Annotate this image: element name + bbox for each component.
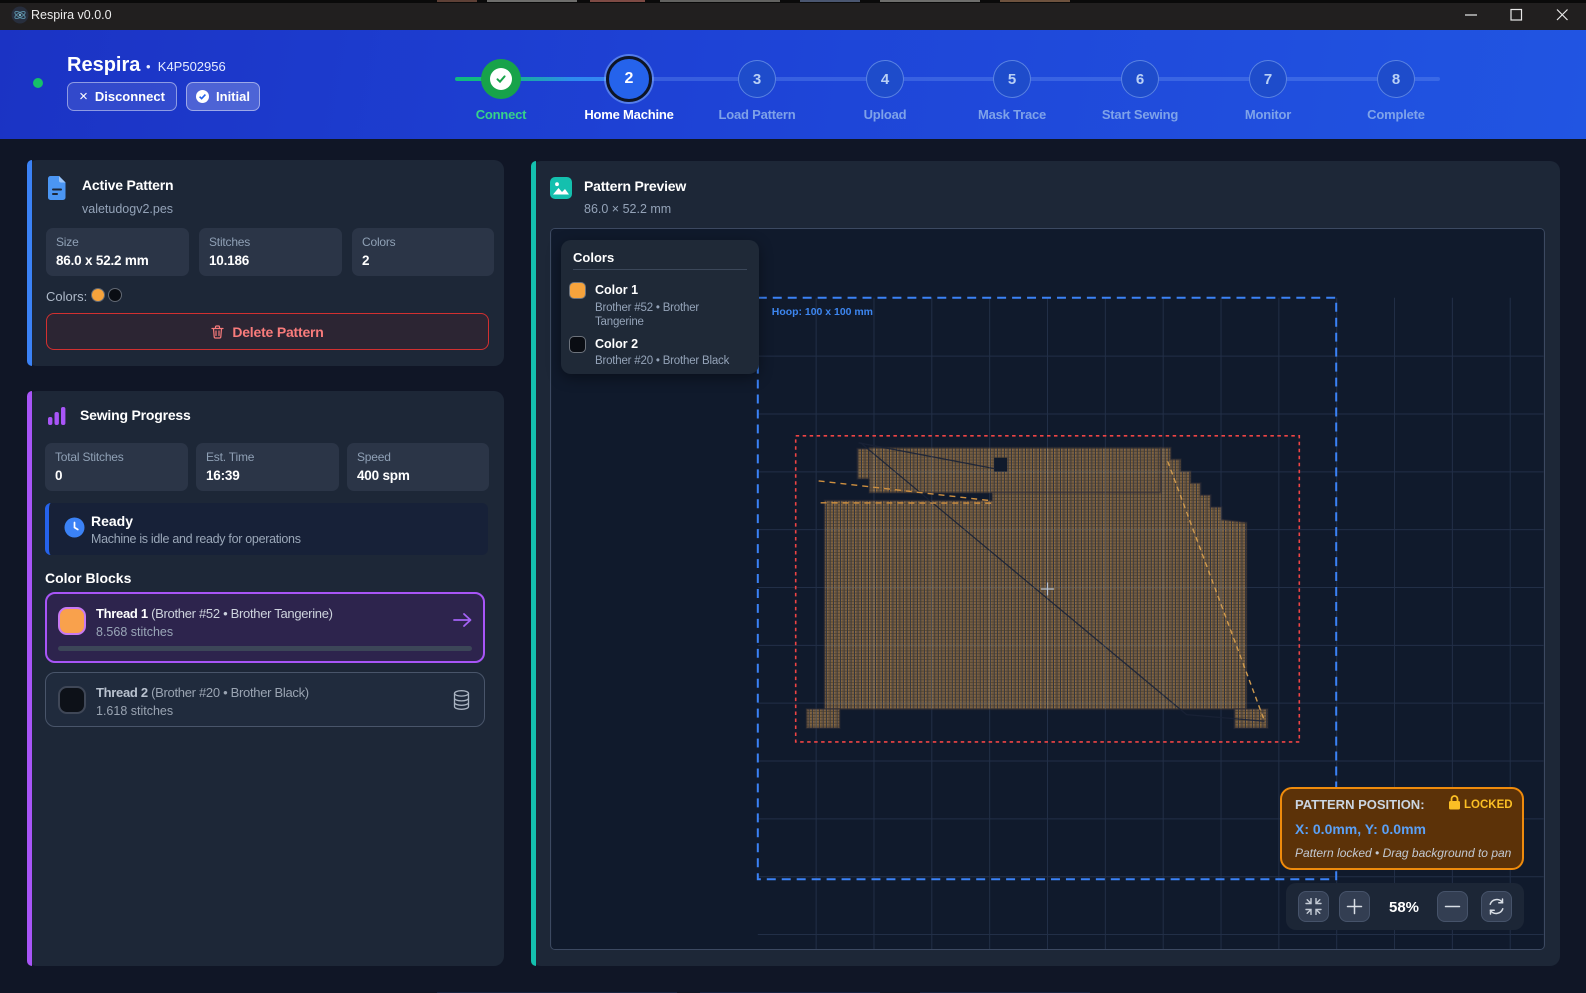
svg-text:Hoop: 100 x 100 mm: Hoop: 100 x 100 mm — [772, 307, 873, 318]
